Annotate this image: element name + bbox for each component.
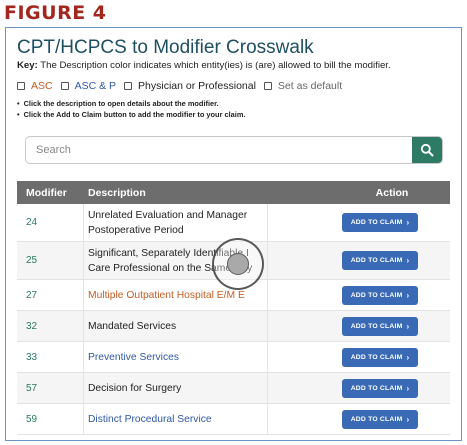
- cell-spacer: [267, 204, 334, 241]
- modifier-code: 32: [17, 311, 84, 341]
- chevron-right-icon: ›: [406, 321, 410, 331]
- add-to-claim-label: ADD TO CLAIM: [350, 219, 403, 226]
- modifier-description-link[interactable]: Decision for Surgery: [84, 373, 267, 403]
- add-to-claim-button[interactable]: ADD TO CLAIM ›: [342, 316, 418, 336]
- chevron-right-icon: ›: [406, 383, 410, 393]
- key-text: The Description color indicates which en…: [40, 60, 391, 71]
- add-to-claim-button[interactable]: ADD TO CLAIM ›: [342, 251, 418, 270]
- action-cell: ADD TO CLAIM ›: [334, 311, 450, 341]
- filter-asc-and-p[interactable]: ASC & P: [60, 80, 117, 92]
- description-line: Unrelated Evaluation and Manager: [88, 209, 248, 221]
- add-to-claim-label: ADD TO CLAIM: [350, 353, 403, 361]
- description-line: Postoperative Period: [88, 224, 184, 236]
- modifier-description-link[interactable]: Preventive Services: [84, 342, 267, 372]
- table-header: Modifier Description Action: [17, 181, 450, 204]
- column-header-modifier: Modifier: [26, 186, 67, 199]
- cell-spacer: [267, 373, 334, 403]
- filter-set-default[interactable]: Set as default: [263, 80, 343, 92]
- table-row: 59 Distinct Procedural Service ADD TO CL…: [17, 404, 450, 435]
- add-to-claim-label: ADD TO CLAIM: [350, 291, 403, 299]
- add-to-claim-button[interactable]: ADD TO CLAIM ›: [342, 409, 418, 429]
- color-key: Key: The Description color indicates whi…: [17, 60, 391, 71]
- chevron-right-icon: ›: [406, 414, 410, 424]
- chevron-right-icon: ›: [406, 256, 410, 265]
- modifier-table: Modifier Description Action 24 Unrelated…: [17, 181, 450, 435]
- add-to-claim-button[interactable]: ADD TO CLAIM ›: [342, 213, 418, 232]
- chevron-right-icon: ›: [406, 290, 410, 300]
- action-cell: ADD TO CLAIM ›: [334, 204, 450, 241]
- add-to-claim-label: ADD TO CLAIM: [350, 415, 403, 423]
- filter-physician[interactable]: Physician or Professional: [124, 80, 256, 92]
- description-line: Decision for Surgery: [88, 382, 182, 394]
- action-cell: ADD TO CLAIM ›: [334, 373, 450, 403]
- add-to-claim-button[interactable]: ADD TO CLAIM ›: [342, 285, 418, 305]
- action-cell: ADD TO CLAIM ›: [334, 280, 450, 310]
- add-to-claim-button[interactable]: ADD TO CLAIM ›: [342, 378, 418, 398]
- table-row: 33 Preventive Services ADD TO CLAIM ›: [17, 342, 450, 373]
- physician-checkbox[interactable]: [124, 82, 133, 90]
- figure-label: FIGURE 4: [4, 2, 107, 24]
- description-line: Distinct Procedural Service: [88, 413, 212, 425]
- cell-spacer: [267, 280, 334, 310]
- search-icon: [420, 143, 434, 157]
- add-to-claim-label: ADD TO CLAIM: [350, 257, 403, 264]
- action-cell: ADD TO CLAIM ›: [334, 342, 450, 372]
- page-title: CPT/HCPCS to Modifier Crosswalk: [17, 37, 314, 58]
- instruction-item: Click the description to open details ab…: [17, 98, 245, 109]
- asc-and-p-label: ASC & P: [74, 80, 117, 92]
- modifier-code: 25: [17, 242, 84, 279]
- touch-cursor-dot: [227, 253, 249, 275]
- table-row: 24 Unrelated Evaluation and Manager Post…: [17, 204, 450, 242]
- search-bar: [25, 136, 443, 164]
- modifier-description-link[interactable]: Unrelated Evaluation and Manager Postope…: [84, 204, 267, 241]
- description-line: Mandated Services: [88, 320, 177, 332]
- set-default-checkbox[interactable]: [263, 82, 272, 90]
- add-to-claim-label: ADD TO CLAIM: [350, 322, 403, 330]
- action-cell: ADD TO CLAIM ›: [334, 242, 450, 279]
- chevron-right-icon: ›: [406, 218, 410, 227]
- asc-checkbox[interactable]: [17, 82, 25, 90]
- instruction-item: Click the Add to Claim button to add the…: [17, 109, 246, 120]
- cell-spacer: [267, 342, 334, 372]
- asc-and-p-checkbox[interactable]: [60, 82, 69, 90]
- column-header-description: Description: [88, 186, 146, 199]
- column-header-action: Action: [375, 186, 409, 199]
- modifier-description-link[interactable]: Mandated Services: [84, 311, 267, 341]
- action-cell: ADD TO CLAIM ›: [334, 404, 450, 434]
- touch-cursor: [212, 238, 264, 290]
- table-row: 32 Mandated Services ADD TO CLAIM ›: [17, 311, 450, 342]
- modifier-code: 57: [17, 373, 84, 403]
- modifier-code: 24: [17, 204, 84, 241]
- search-button[interactable]: [412, 137, 442, 163]
- set-default-label: Set as default: [277, 80, 343, 92]
- key-label: Key:: [17, 60, 38, 71]
- cell-spacer: [267, 242, 334, 279]
- search-input[interactable]: [26, 137, 414, 163]
- modifier-code: 33: [17, 342, 84, 372]
- table-row: 57 Decision for Surgery ADD TO CLAIM ›: [17, 373, 450, 404]
- add-to-claim-button[interactable]: ADD TO CLAIM ›: [342, 347, 418, 367]
- modifier-code: 27: [17, 280, 84, 310]
- cell-spacer: [267, 311, 334, 341]
- cell-spacer: [267, 404, 334, 434]
- physician-label: Physician or Professional: [138, 80, 256, 92]
- modifier-description-link[interactable]: Distinct Procedural Service: [84, 404, 267, 434]
- filter-asc[interactable]: ASC: [17, 80, 53, 92]
- chevron-right-icon: ›: [406, 352, 410, 362]
- add-to-claim-label: ADD TO CLAIM: [350, 384, 403, 392]
- modifier-code: 59: [17, 404, 84, 434]
- description-line: Preventive Services: [88, 351, 179, 363]
- entity-filters: ASC ASC & P Physician or Professional Se…: [17, 79, 350, 93]
- crosswalk-panel: CPT/HCPCS to Modifier Crosswalk Key: The…: [5, 27, 462, 441]
- instructions: Click the description to open details ab…: [17, 98, 246, 120]
- asc-label: ASC: [31, 80, 53, 92]
